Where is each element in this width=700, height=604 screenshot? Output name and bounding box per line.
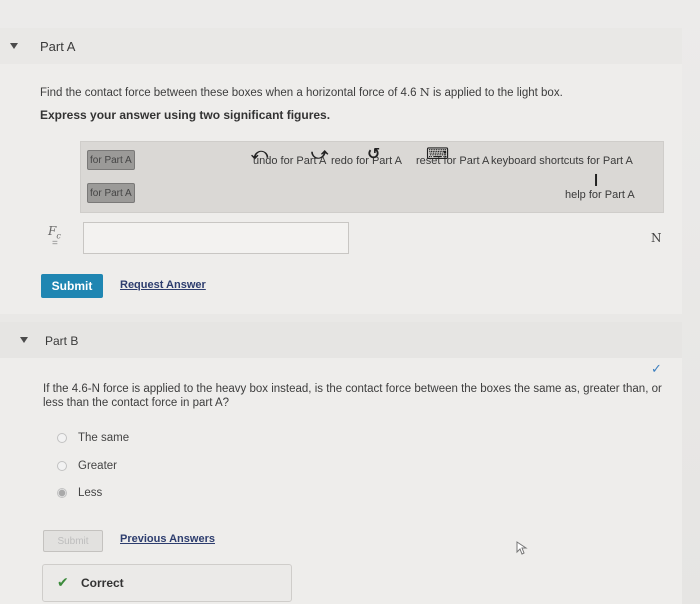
question-unit: N	[419, 85, 430, 99]
option-less[interactable]: Less	[57, 485, 102, 501]
result-label: Correct	[81, 576, 124, 590]
keyboard-icon[interactable]: ⌨	[426, 144, 449, 164]
help-icon[interactable]: ❙	[591, 172, 601, 186]
equals-sign: =	[52, 238, 58, 249]
option-label: Greater	[78, 460, 117, 472]
option-label: The same	[78, 432, 130, 444]
reset-icon[interactable]: ↺	[367, 144, 380, 164]
caret-down-icon[interactable]	[20, 337, 28, 343]
option-label: Less	[78, 487, 103, 499]
caret-down-icon[interactable]	[10, 43, 18, 49]
question-text-1: Find the contact force between these box…	[40, 87, 420, 99]
correct-check-icon: ✔	[57, 574, 69, 590]
question-text-2: is applied to the light box.	[429, 87, 563, 99]
answer-input[interactable]	[83, 222, 349, 254]
part-b-header[interactable]: Part B	[0, 322, 682, 358]
unit-label: N	[651, 231, 662, 245]
option-greater[interactable]: Greater	[57, 458, 117, 474]
previous-answers-link[interactable]: Previous Answers	[120, 533, 215, 545]
keyboard-shortcuts-label[interactable]: keyboard shortcuts for Part A	[491, 155, 633, 167]
part-b-question: If the 4.6-N force is applied to the hea…	[43, 383, 662, 409]
math-toolbar: for Part A for Part A ⤺ undo for Part A …	[80, 141, 664, 213]
part-a-header[interactable]: Part A	[0, 28, 682, 64]
part-a-question: Find the contact force between these box…	[40, 85, 640, 100]
part-a-title: Part A	[40, 39, 76, 54]
template-button-1[interactable]: for Part A	[87, 150, 135, 170]
result-box: ✔ Correct	[42, 564, 292, 602]
submit-button-part-b: Submit	[43, 530, 103, 552]
part-a-instruction: Express your answer using two significan…	[40, 108, 331, 122]
part-b-title: Part B	[45, 334, 79, 348]
help-label[interactable]: help for Part A	[565, 189, 635, 201]
radio-button[interactable]	[57, 433, 67, 443]
radio-button-selected[interactable]	[57, 488, 67, 498]
page: Part A Find the contact force between th…	[0, 0, 700, 604]
mouse-cursor-icon	[516, 541, 528, 555]
checkmark-icon: ✓	[651, 361, 662, 376]
request-answer-link[interactable]: Request Answer	[120, 279, 206, 291]
redo-icon[interactable]: ⤻	[311, 146, 328, 164]
radio-button[interactable]	[57, 461, 67, 471]
submit-button-part-a[interactable]: Submit	[41, 274, 103, 298]
option-the-same[interactable]: The same	[57, 430, 129, 446]
template-button-2[interactable]: for Part A	[87, 183, 135, 203]
